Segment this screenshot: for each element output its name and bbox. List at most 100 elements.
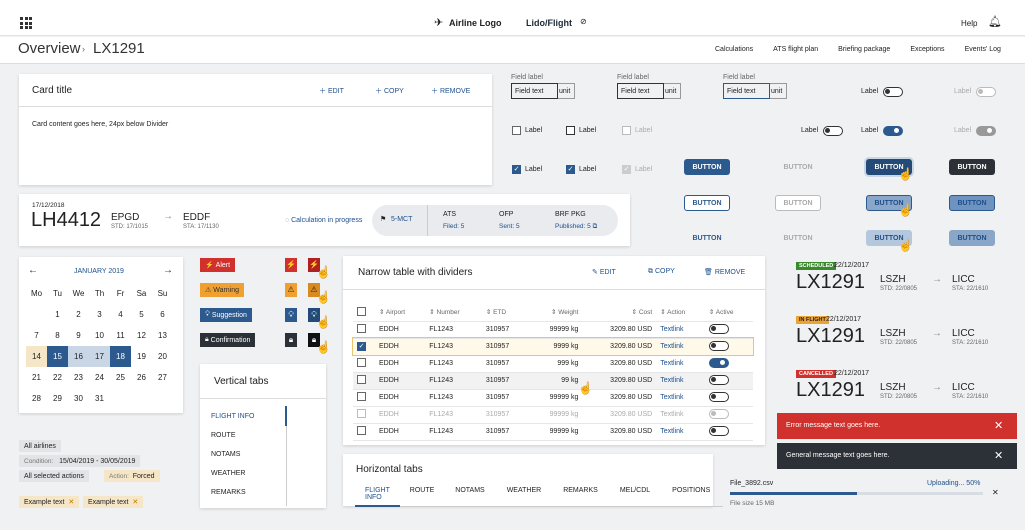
secondary-button[interactable]: BUTTON — [684, 195, 730, 211]
toggle-on[interactable] — [883, 126, 903, 136]
day[interactable]: 31 — [89, 388, 110, 409]
chip-close-icon[interactable]: ✕ — [68, 498, 74, 506]
confirmation-badge[interactable]: 🔒︎ Confirmation — [200, 333, 256, 347]
row-checkbox[interactable] — [357, 426, 366, 435]
day[interactable]: 30 — [68, 388, 89, 409]
chip[interactable]: Example text ✕ — [83, 496, 144, 508]
row-checkbox[interactable] — [357, 392, 366, 401]
calendar-month[interactable]: JANUARY 2019 — [74, 268, 124, 275]
table-edit-button[interactable]: ✎ EDIT — [592, 268, 616, 276]
table-row-hover[interactable]: EDDH FL1243 310957 99 kg 3209.80 USD Textlink — [353, 372, 753, 390]
day[interactable]: 27 — [152, 367, 173, 388]
table-copy-button[interactable]: ⧉ COPY — [648, 268, 675, 276]
toggle-off[interactable] — [883, 87, 903, 97]
ats-status[interactable]: Filed: 5 — [443, 223, 464, 230]
table-row[interactable]: EDDH FL1243 310957 999 kg 3209.80 USD Textlin… — [353, 355, 753, 373]
column-cost[interactable]: ⇕ Cost — [582, 304, 657, 322]
day[interactable]: 9 — [68, 325, 89, 346]
day[interactable]: 8 — [47, 325, 68, 346]
suggestion-icon-badge[interactable]: 💡︎ — [285, 308, 297, 322]
day[interactable]: 5 — [131, 304, 152, 325]
subnav-ats[interactable]: ATS flight plan — [773, 46, 818, 53]
field-input[interactable]: Field text — [723, 83, 770, 99]
upload-cancel-icon[interactable]: ✕ — [992, 488, 999, 497]
day[interactable] — [110, 388, 131, 409]
column-active[interactable]: ⇕ Active — [704, 304, 753, 322]
cell-textlink[interactable]: Textlink — [656, 338, 705, 356]
flight-card-in-flight[interactable]: IN FLIGHT 22/12/2017 LX1291 LSZH STD: 22… — [796, 316, 1006, 350]
day[interactable]: 4 — [110, 304, 131, 325]
cell-textlink[interactable]: Textlink — [656, 355, 705, 373]
checkbox-unchecked-focus[interactable] — [566, 126, 575, 135]
vertical-tab-route[interactable]: ROUTE — [211, 432, 236, 439]
column-etd[interactable]: ⇕ ETD — [481, 304, 529, 322]
day[interactable]: 3 — [89, 304, 110, 325]
vertical-tab-flight-info[interactable]: FLIGHT INFO — [211, 413, 254, 420]
table-row[interactable]: EDDH FL1243 310957 99999 kg 3209.80 USD Textl… — [353, 389, 753, 407]
day[interactable]: 10 — [89, 325, 110, 346]
primary-button-pressed[interactable]: BUTTON — [949, 159, 995, 175]
day[interactable]: 24 — [89, 367, 110, 388]
select-all-checkbox[interactable] — [357, 306, 366, 316]
field-input[interactable]: Field text — [511, 83, 558, 99]
row-checkbox-checked[interactable]: ✓ — [357, 342, 366, 351]
htab-route[interactable]: ROUTE — [399, 486, 445, 507]
day[interactable]: 7 — [26, 325, 47, 346]
cell-textlink[interactable]: Textlink — [656, 321, 705, 339]
card-edit-button[interactable]: ＋ EDIT — [319, 86, 344, 96]
calendar-next-icon[interactable]: → — [163, 265, 173, 276]
htab-remarks[interactable]: REMARKS — [552, 486, 609, 507]
row-checkbox[interactable] — [357, 375, 366, 384]
ofp-status[interactable]: Sent: 5 — [499, 223, 520, 230]
day[interactable]: 6 — [152, 304, 173, 325]
primary-button[interactable]: BUTTON — [684, 159, 730, 175]
day-today[interactable]: 14 — [26, 346, 47, 367]
subnav-briefing[interactable]: Briefing package — [838, 46, 890, 53]
vertical-tab-remarks[interactable]: REMARKS — [211, 489, 246, 496]
table-row[interactable]: EDDH FL1243 310957 99999 kg 3209.80 USD Textl… — [353, 321, 753, 339]
checkbox-checked[interactable]: ✓ — [566, 165, 575, 174]
day[interactable]: 21 — [26, 367, 47, 388]
column-number[interactable]: ⇕ Number — [425, 304, 482, 322]
day[interactable] — [26, 304, 47, 325]
checkbox-unchecked[interactable] — [512, 126, 521, 135]
alert-badge[interactable]: ⚡ Alert — [200, 258, 236, 272]
chip-close-icon[interactable]: ✕ — [132, 498, 138, 506]
text-button-pressed[interactable]: BUTTON — [949, 230, 995, 246]
row-toggle[interactable] — [708, 323, 729, 334]
vertical-tab-notams[interactable]: NOTAMS — [211, 451, 240, 458]
row-toggle-on[interactable] — [708, 357, 729, 368]
day[interactable] — [152, 388, 173, 409]
day[interactable]: 11 — [110, 325, 131, 346]
secondary-button-pressed[interactable]: BUTTON — [949, 195, 995, 211]
filter-condition[interactable]: Condition: 15/04/2019 - 30/05/2019 — [19, 455, 141, 467]
table-remove-button[interactable]: 🗑︎ REMOVE — [704, 268, 745, 276]
vertical-tab-weather[interactable]: WEATHER — [211, 470, 245, 477]
row-checkbox[interactable] — [357, 358, 366, 367]
day[interactable]: 23 — [68, 367, 89, 388]
day[interactable]: 2 — [68, 304, 89, 325]
toggle-off[interactable] — [823, 126, 843, 136]
row-toggle[interactable] — [708, 425, 729, 436]
day[interactable]: 20 — [152, 346, 173, 367]
cell-textlink[interactable]: Textlink — [656, 389, 705, 407]
day-in-range[interactable]: 17 — [89, 346, 110, 367]
day-range-start[interactable]: 15 — [47, 346, 68, 367]
filter-all-airlines[interactable]: All airlines — [19, 440, 61, 452]
bell-icon[interactable]: 🔔︎ — [988, 15, 1002, 28]
filter-action[interactable]: Action: Forced — [104, 470, 160, 482]
row-toggle[interactable] — [708, 340, 729, 351]
htab-flight-info[interactable]: FLIGHT INFO — [355, 486, 400, 507]
day[interactable]: 28 — [26, 388, 47, 409]
cell-textlink[interactable]: Textlink — [656, 372, 705, 390]
close-icon[interactable]: ✕ — [994, 419, 1003, 432]
day[interactable]: 13 — [152, 325, 173, 346]
subnav-exceptions[interactable]: Exceptions — [910, 46, 944, 53]
htab-mel-cdl[interactable]: MEL/CDL — [608, 486, 662, 507]
subnav-events-log[interactable]: Events' Log — [965, 46, 1001, 53]
text-button[interactable]: BUTTON — [684, 230, 730, 246]
column-action[interactable]: ⇕ Action — [656, 304, 705, 322]
filter-all-selected-actions[interactable]: All selected actions — [19, 470, 89, 482]
row-checkbox[interactable] — [357, 324, 366, 333]
day-range-end[interactable]: 18 — [110, 346, 131, 367]
